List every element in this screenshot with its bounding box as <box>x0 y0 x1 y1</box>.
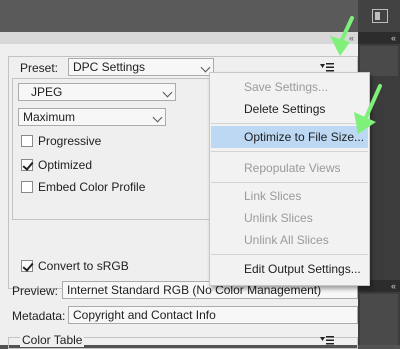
menu-item-unlink-slices[interactable]: Unlink Slices <box>211 207 368 229</box>
menu-separator <box>211 151 368 152</box>
menu-item-optimize-to-file-size[interactable]: Optimize to File Size... <box>211 126 368 148</box>
annotation-arrow <box>330 16 354 56</box>
menu-separator <box>211 182 368 183</box>
preset-value: DPC Settings <box>73 60 146 74</box>
embed-color-profile-checkbox[interactable] <box>21 181 33 193</box>
metadata-select[interactable]: Copyright and Contact Info <box>68 306 358 324</box>
menu-item-delete-settings[interactable]: Delete Settings <box>211 98 368 120</box>
menu-separator <box>211 123 368 124</box>
metadata-label: Metadata: <box>12 309 66 323</box>
collapse-icon[interactable]: « <box>0 32 358 44</box>
optimized-label: Optimized <box>38 158 93 172</box>
menu-item-link-slices[interactable]: Link Slices <box>211 185 368 207</box>
embed-color-profile-label: Embed Color Profile <box>38 180 146 194</box>
menu-icon[interactable] <box>320 335 334 345</box>
menu-item-unlink-all-slices[interactable]: Unlink All Slices <box>211 229 368 251</box>
annotation-arrow <box>354 84 382 134</box>
convert-srgb-label: Convert to sRGB <box>38 259 129 273</box>
panel-icon[interactable] <box>372 9 388 23</box>
convert-srgb-checkbox[interactable] <box>21 260 33 272</box>
panel-flyout-menu: Save Settings... Delete Settings Optimiz… <box>209 72 370 286</box>
chevron-down-icon <box>152 112 163 123</box>
quality-select[interactable]: Maximum <box>18 108 166 126</box>
panel-header-strip: « <box>0 32 358 44</box>
chevron-down-icon <box>162 87 173 98</box>
top-toolbar <box>0 0 358 32</box>
menu-item-repopulate-views[interactable]: Repopulate Views <box>211 157 368 179</box>
right-dock-panel <box>360 294 398 345</box>
preset-label: Preset: <box>20 61 59 75</box>
collapse-icon[interactable]: « <box>358 32 400 44</box>
progressive-checkbox[interactable] <box>21 135 33 147</box>
progressive-label: Progressive <box>38 134 102 148</box>
menu-icon[interactable] <box>320 62 334 72</box>
format-value: JPEG <box>31 85 63 99</box>
menu-item-edit-output-settings[interactable]: Edit Output Settings... <box>211 258 368 280</box>
quality-value: Maximum <box>23 110 76 124</box>
optimized-checkbox[interactable] <box>21 159 33 171</box>
chevron-down-icon <box>200 62 211 73</box>
menu-item-save-settings[interactable]: Save Settings... <box>211 76 368 98</box>
menu-separator <box>211 254 368 255</box>
format-select[interactable]: JPEG <box>18 83 176 101</box>
preset-select[interactable]: DPC Settings <box>68 58 214 76</box>
metadata-value: Copyright and Contact Info <box>73 308 216 322</box>
preview-label: Preview: <box>12 284 59 298</box>
